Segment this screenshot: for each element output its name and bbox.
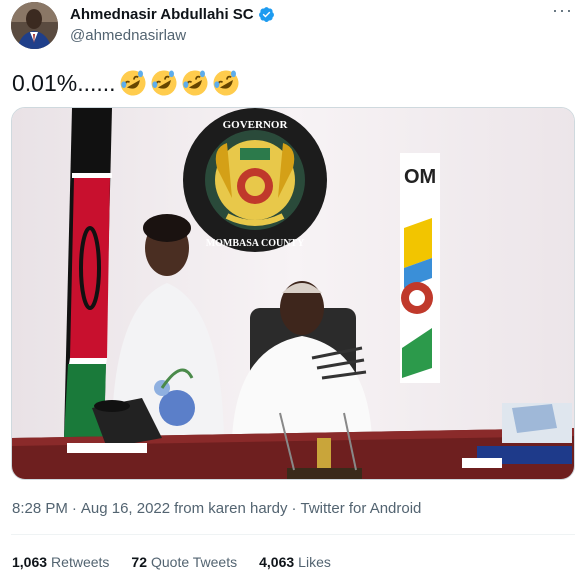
emoji-group <box>118 68 241 98</box>
tweet-date[interactable]: Aug 16, 2022 <box>81 500 170 517</box>
rolling-laughing-emoji-icon <box>213 70 239 96</box>
quotes-label: Quote Tweets <box>150 554 238 570</box>
tweet-meta: 8:28 PM · Aug 16, 2022 from karen hardy … <box>12 500 421 517</box>
seal-bottom-text: MOMBASA COUNTY <box>206 238 305 249</box>
retweets-count: 1,063 <box>12 554 48 570</box>
verified-badge-icon <box>258 7 274 22</box>
tweet-client[interactable]: Twitter for Android <box>301 500 422 517</box>
likes-label: Likes <box>298 554 331 570</box>
meta-separator: · <box>291 500 297 517</box>
rolling-laughing-emoji-icon <box>120 70 146 96</box>
more-dots-icon[interactable]: ··· <box>552 0 573 21</box>
seal-top-text: GOVERNOR <box>223 119 289 131</box>
quote-tweets-stat[interactable]: 72 Quote Tweets <box>131 554 237 570</box>
county-banner-icon: OM <box>400 153 440 383</box>
author-display-name[interactable]: Ahmednasir Abdullahi SC <box>70 6 254 23</box>
tweet-time[interactable]: 8:28 PM <box>12 500 68 517</box>
rolling-laughing-emoji-icon <box>151 70 177 96</box>
retweets-label: Retweets <box>51 554 110 570</box>
author-handle[interactable]: @ahmednasirlaw <box>70 27 186 44</box>
rolling-laughing-emoji-icon <box>182 70 208 96</box>
tweet-stats: 1,063 Retweets 72 Quote Tweets 4,063 Likes <box>12 554 331 570</box>
likes-stat[interactable]: 4,063 Likes <box>259 554 331 570</box>
avatar-image <box>11 2 58 49</box>
banner-text: OM <box>404 166 436 188</box>
author-name-row[interactable]: Ahmednasir Abdullahi SC <box>70 6 275 23</box>
tweet-photo[interactable]: GOVERNOR MOMBASA COUNTY OM <box>11 107 575 480</box>
quotes-count: 72 <box>131 554 147 570</box>
divider <box>11 534 575 535</box>
tweet-body: 0.01%...... <box>12 69 116 96</box>
governor-seal-icon: GOVERNOR MOMBASA COUNTY <box>183 108 327 252</box>
meta-separator: · <box>71 500 77 517</box>
tweet-text: 0.01%...... <box>12 68 241 98</box>
kenya-flag-icon <box>64 108 112 438</box>
office-photo-illustration: GOVERNOR MOMBASA COUNTY OM <box>12 108 574 479</box>
tweet-from: from karen hardy <box>174 500 288 517</box>
likes-count: 4,063 <box>259 554 295 570</box>
avatar[interactable] <box>11 2 58 49</box>
retweets-stat[interactable]: 1,063 Retweets <box>12 554 109 570</box>
